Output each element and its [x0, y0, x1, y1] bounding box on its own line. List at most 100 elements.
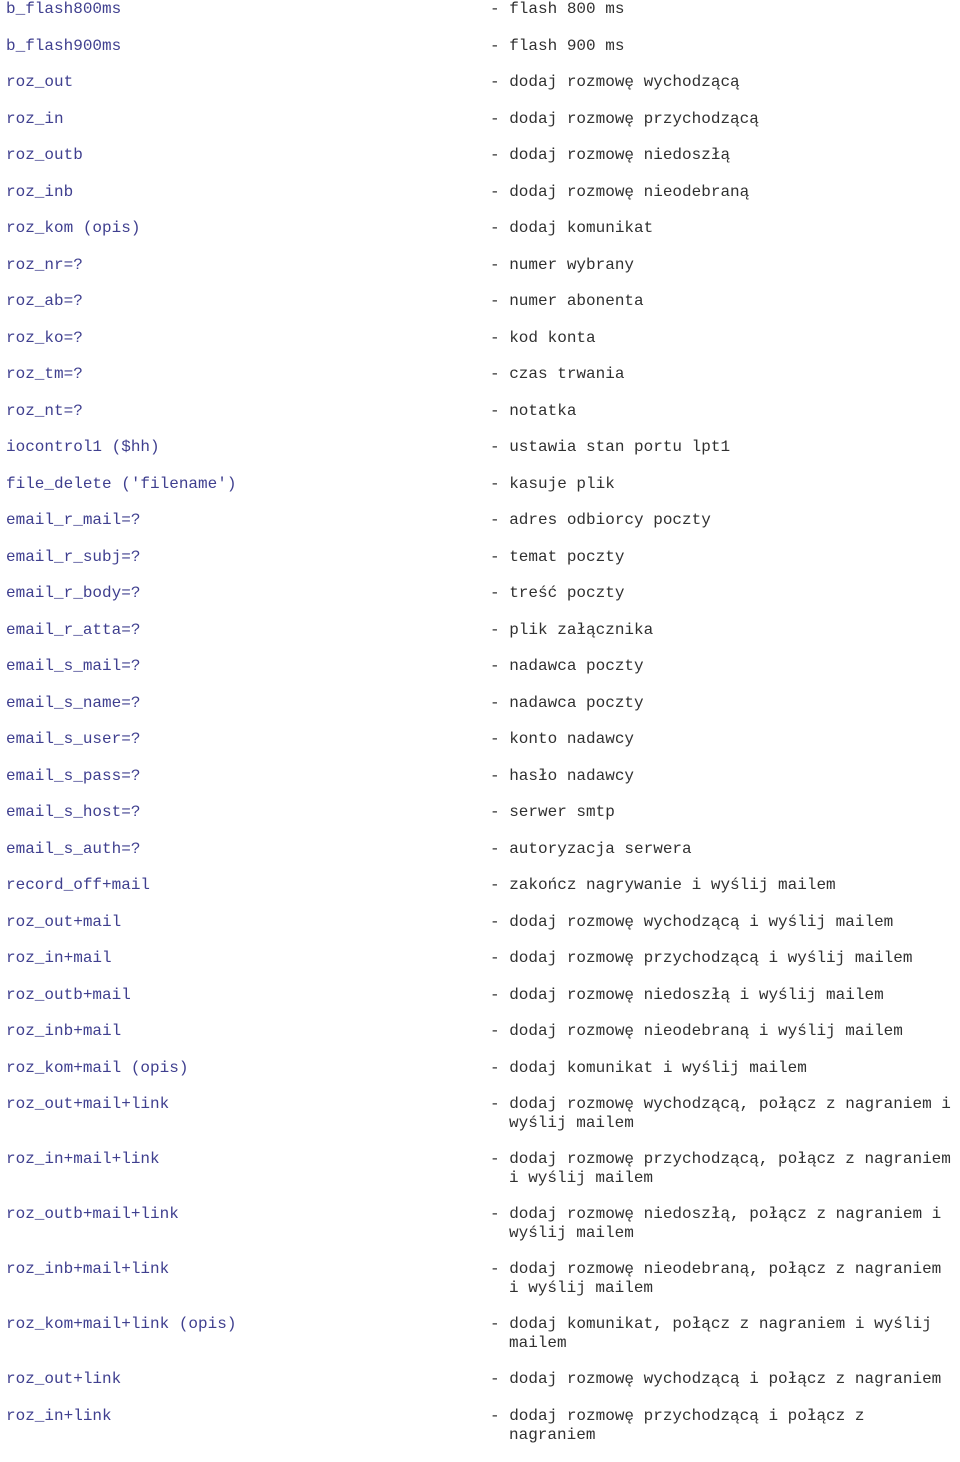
- command-description: - kod konta: [490, 329, 960, 348]
- command-row: email_r_mail=? - adres odbiorcy poczty: [0, 511, 960, 548]
- command-description: - dodaj rozmowę przychodzącą, połącz z n…: [490, 1150, 960, 1188]
- command-description-line1: - treść poczty: [490, 584, 625, 602]
- command-description-line1: - notatka: [490, 401, 577, 420]
- command-description-line1: - temat poczty: [490, 547, 625, 566]
- command-reference-table: b_flash800ms - flash 800 ms b_flash900ms - …: [0, 0, 960, 1462]
- command-name: roz_ab=?: [6, 292, 83, 310]
- command-description-line1: - dodaj rozmowę nieodebraną i wyślij mai…: [490, 1022, 903, 1040]
- command-row: roz_tm=? - czas trwania: [0, 365, 960, 402]
- command-description-line1: - dodaj rozmowę nieodebraną, połącz z na…: [490, 1260, 942, 1278]
- command-name: email_s_name=?: [6, 693, 141, 712]
- command-description-line1: - dodaj rozmowę niedoszłą i wyślij maile…: [490, 985, 884, 1004]
- command-description-line1: - dodaj rozmowę wychodzącą i połącz z na…: [490, 1370, 942, 1388]
- command-description-line1: - hasło nadawcy: [490, 766, 635, 785]
- command-description-line1: - kod konta: [490, 328, 596, 347]
- command-name: roz_inb+mail: [6, 1022, 122, 1040]
- command-description: - adres odbiorcy poczty: [490, 511, 960, 530]
- command-description: - dodaj rozmowę przychodzącą i wyślij ma…: [490, 949, 960, 968]
- command-description: - autoryzacja serwera: [490, 840, 960, 859]
- command-description: - dodaj rozmowę niedoszłą: [490, 146, 960, 165]
- command-row: roz_outb - dodaj rozmowę niedoszłą: [0, 146, 960, 183]
- command-name: roz_in+link: [6, 1406, 112, 1425]
- command-name: b_flash800ms: [6, 0, 122, 18]
- command-description-line1: - dodaj komunikat, połącz z nagraniem i …: [490, 1315, 932, 1333]
- command-name: roz_nt=?: [6, 401, 83, 420]
- command-description: - dodaj rozmowę niedoszłą, połącz z nagr…: [490, 1205, 960, 1243]
- command-row: record_off+mail - zakończ nagrywanie i wy…: [0, 876, 960, 913]
- command-name: email_r_atta=?: [6, 620, 141, 639]
- command-description-line1: - czas trwania: [490, 365, 625, 383]
- command-description-line1: - dodaj rozmowę wychodzącą, połącz z nag…: [490, 1095, 951, 1113]
- command-description-line1: - numer abonenta: [490, 292, 644, 310]
- command-name: iocontrol1 ($hh): [6, 438, 160, 456]
- command-name: email_r_subj=?: [6, 547, 141, 566]
- command-description-line1: - zakończ nagrywanie i wyślij mailem: [490, 876, 836, 894]
- command-description: - dodaj rozmowę przychodzącą i połącz zn…: [490, 1407, 960, 1445]
- command-row: email_r_atta=? - plik załącznika: [0, 621, 960, 658]
- command-row: iocontrol1 ($hh) - ustawia stan portu lpt…: [0, 438, 960, 475]
- command-description: - temat poczty: [490, 548, 960, 567]
- command-description-line1: - dodaj rozmowę nieodebraną: [490, 182, 750, 201]
- command-row: roz_kom+mail+link (opis) - dodaj komunika…: [0, 1315, 960, 1370]
- command-name: roz_kom+mail+link (opis): [6, 1315, 237, 1333]
- command-name: roz_in: [6, 109, 64, 128]
- command-name: roz_out+link: [6, 1370, 122, 1388]
- command-description: - dodaj rozmowę nieodebraną: [490, 183, 960, 202]
- command-description-line1: - dodaj rozmowę wychodzącą i wyślij mail…: [490, 912, 894, 931]
- command-description-line1: - numer wybrany: [490, 255, 635, 274]
- command-row: roz_in - dodaj rozmowę przychodzącą: [0, 110, 960, 147]
- command-name: email_s_user=?: [6, 730, 141, 748]
- command-description: - dodaj rozmowę nieodebraną i wyślij mai…: [490, 1022, 960, 1041]
- command-description-line1: - dodaj rozmowę niedoszłą: [490, 146, 731, 164]
- command-description-line1: - konto nadawcy: [490, 730, 635, 748]
- command-name: record_off+mail: [6, 876, 151, 894]
- command-row: roz_ab=? - numer abonenta: [0, 292, 960, 329]
- command-row: roz_in+link - dodaj rozmowę przychodzącą …: [0, 1407, 960, 1462]
- command-row: roz_outb+mail+link - dodaj rozmowę niedos…: [0, 1205, 960, 1260]
- command-name: roz_inb: [6, 182, 74, 201]
- command-name: roz_out: [6, 73, 74, 91]
- command-description: - dodaj komunikat i wyślij mailem: [490, 1059, 960, 1078]
- command-row: roz_nr=? - numer wybrany: [0, 256, 960, 293]
- command-description: - dodaj rozmowę wychodzącą: [490, 73, 960, 92]
- command-row: roz_nt=? - notatka: [0, 402, 960, 439]
- command-row: roz_in+mail - dodaj rozmowę przychodzącą …: [0, 949, 960, 986]
- command-name: roz_outb+mail: [6, 985, 131, 1004]
- command-description-line1: - autoryzacja serwera: [490, 839, 692, 858]
- command-description: - nadawca poczty: [490, 694, 960, 713]
- command-row: b_flash900ms - flash 900 ms: [0, 37, 960, 74]
- command-name: file_delete ('filename'): [6, 474, 237, 493]
- command-description-line2: wyślij mailem: [509, 1224, 634, 1242]
- command-description-line1: - dodaj rozmowę przychodzącą i połącz z: [490, 1406, 865, 1425]
- command-row: roz_out+link - dodaj rozmowę wychodzącą i…: [0, 1370, 960, 1407]
- command-description: - treść poczty: [490, 584, 960, 603]
- command-description-line1: - flash 800 ms: [490, 0, 625, 18]
- command-name: roz_in+mail: [6, 949, 112, 967]
- command-row: roz_ko=? - kod konta: [0, 329, 960, 366]
- command-description-line1: - adres odbiorcy poczty: [490, 511, 711, 529]
- command-name: email_r_mail=?: [6, 511, 141, 529]
- command-description-line2: mailem: [509, 1334, 567, 1352]
- command-row: email_s_host=? - serwer smtp: [0, 803, 960, 840]
- command-name: roz_outb+mail+link: [6, 1205, 179, 1223]
- command-row: roz_kom+mail (opis) - dodaj komunikat i w…: [0, 1059, 960, 1096]
- command-description-line1: - plik załącznika: [490, 620, 654, 639]
- command-description: - dodaj rozmowę nieodebraną, połącz z na…: [490, 1260, 960, 1298]
- command-name: email_s_auth=?: [6, 839, 141, 858]
- command-row: email_r_subj=? - temat poczty: [0, 548, 960, 585]
- command-name: roz_kom (opis): [6, 219, 141, 237]
- command-description-line2: nagraniem: [509, 1425, 596, 1444]
- command-name: roz_kom+mail (opis): [6, 1058, 189, 1077]
- command-row: roz_inb+mail+link - dodaj rozmowę nieodeb…: [0, 1260, 960, 1315]
- command-name: email_s_mail=?: [6, 657, 141, 675]
- command-description-line1: - nadawca poczty: [490, 657, 644, 675]
- command-row: roz_inb+mail - dodaj rozmowę nieodebraną …: [0, 1022, 960, 1059]
- command-description-line1: - dodaj rozmowę niedoszłą, połącz z nagr…: [490, 1205, 942, 1223]
- command-description: - plik załącznika: [490, 621, 960, 640]
- command-description-line1: - dodaj komunikat: [490, 219, 654, 237]
- command-description-line2: i wyślij mailem: [509, 1169, 654, 1187]
- command-row: b_flash800ms - flash 800 ms: [0, 0, 960, 37]
- command-description: - dodaj komunikat, połącz z nagraniem i …: [490, 1315, 960, 1353]
- command-name: b_flash900ms: [6, 36, 122, 55]
- command-name: roz_out+mail: [6, 912, 122, 931]
